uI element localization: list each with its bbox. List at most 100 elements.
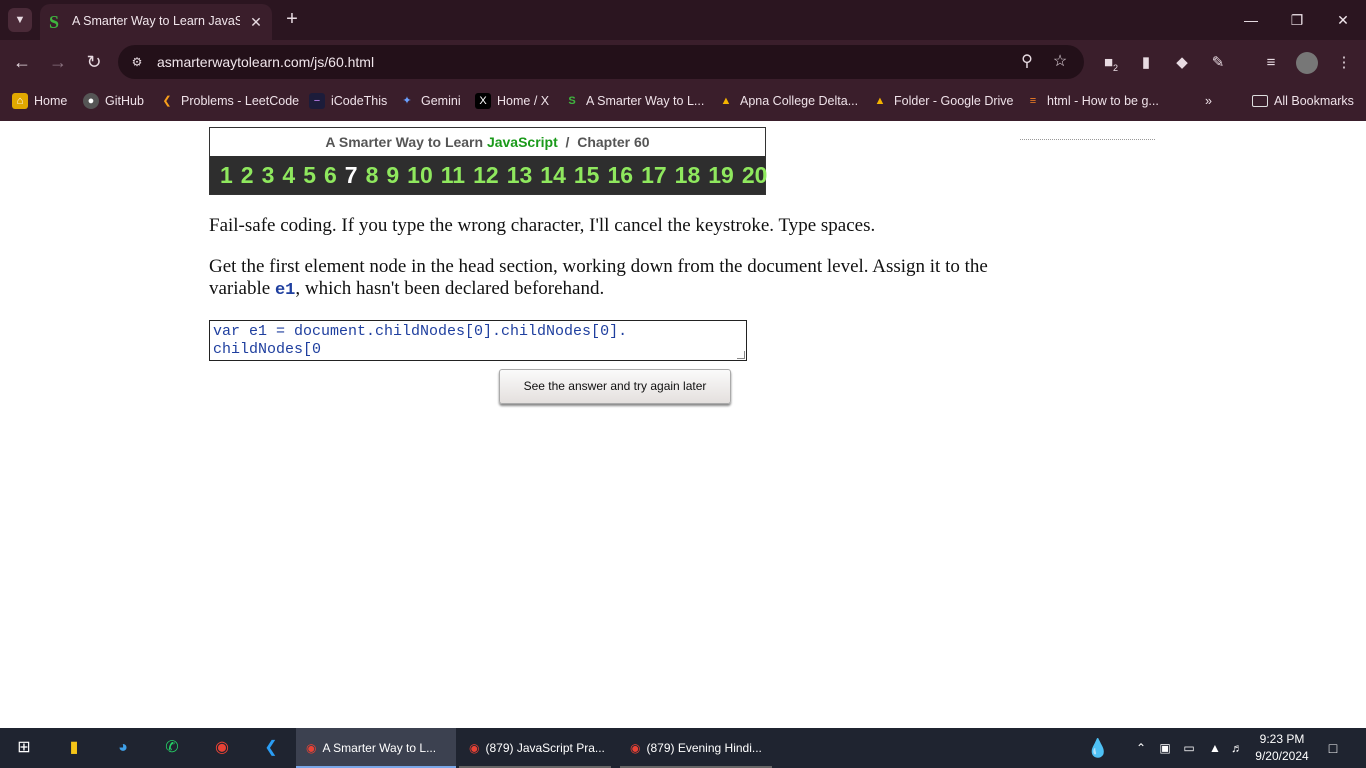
close-window-button[interactable]: ✕ bbox=[1320, 0, 1366, 40]
exercise-number-link[interactable]: 3 bbox=[262, 162, 275, 189]
task-text: Get the first element node in the head s… bbox=[209, 256, 988, 300]
see-answer-button[interactable]: See the answer and try again later bbox=[499, 369, 731, 404]
bookmark-gemini[interactable]: ✦ Gemini bbox=[399, 91, 460, 111]
new-tab-button[interactable]: + bbox=[282, 8, 302, 32]
exercise-number-bar: 1 2 3 4 5 6 7 8 9 10 11 12 13 14 15 16 17 18 19 20 bbox=[210, 156, 768, 194]
exercise-number-link[interactable]: 12 bbox=[473, 162, 499, 189]
url-text: asmarterwaytolearn.com/js/60.html bbox=[157, 54, 375, 70]
wifi-icon[interactable]: ▲ bbox=[1206, 728, 1224, 768]
chrome-icon[interactable]: ◉ bbox=[208, 734, 236, 762]
icodethis-icon: − bbox=[309, 93, 325, 109]
chapter-title: A Smarter Way to Learn JavaScript / Chap… bbox=[210, 128, 765, 156]
exercise-number-link[interactable]: 14 bbox=[540, 162, 566, 189]
bookmark-icodethis[interactable]: − iCodeThis bbox=[309, 91, 387, 111]
bookmark-apna-college[interactable]: ▲ Apna College Delta... bbox=[718, 91, 859, 111]
forward-button[interactable]: → bbox=[44, 48, 72, 76]
exercise-number-link[interactable]: 5 bbox=[303, 162, 316, 189]
docs-extension-icon[interactable]: ▮ bbox=[1135, 52, 1157, 74]
page-content: A Smarter Way to Learn JavaScript / Chap… bbox=[0, 121, 1366, 728]
taskbar: ⊞ ▮ ◕ ✆ ◉ ❮ ◉ A Smarter Way to L... ◉ (879… bbox=[0, 728, 1366, 768]
whatsapp-icon[interactable]: ✆ bbox=[158, 734, 186, 762]
exercise-number-link[interactable]: 10 bbox=[407, 162, 433, 189]
file-explorer-icon[interactable]: ▮ bbox=[60, 734, 88, 762]
tab-strip: ▼ S A Smarter Way to Learn JavaScript ✕ … bbox=[0, 0, 1366, 40]
taskbar-app-javascript-practice[interactable]: ◉ (879) JavaScript Pra... bbox=[459, 728, 611, 768]
drive-icon: ▲ bbox=[720, 95, 732, 107]
chapter-header: A Smarter Way to Learn JavaScript / Chap… bbox=[209, 127, 768, 195]
dotted-divider bbox=[1020, 139, 1155, 141]
bookmark-star-icon[interactable]: ☆ bbox=[1048, 50, 1072, 74]
restore-button[interactable]: ❐ bbox=[1274, 0, 1320, 40]
home-icon: ⌂ bbox=[12, 93, 28, 109]
exercise-number-link[interactable]: 16 bbox=[607, 162, 633, 189]
edge-icon[interactable]: ◕ bbox=[109, 734, 137, 762]
leetcode-icon: ❮ bbox=[162, 95, 172, 107]
system-clock[interactable]: 9:23 PM 9/20/2024 bbox=[1250, 731, 1314, 765]
chrome-icon: ◉ bbox=[630, 741, 641, 755]
site-info-icon[interactable]: ⚙ bbox=[126, 51, 148, 73]
resize-handle-icon[interactable] bbox=[737, 351, 745, 359]
bookmark-stackoverflow[interactable]: ≡ html - How to be g... bbox=[1025, 91, 1159, 111]
taskbar-app-smarterway[interactable]: ◉ A Smarter Way to L... bbox=[296, 728, 456, 768]
address-bar[interactable]: ⚙ asmarterwaytolearn.com/js/60.html ⚲ ☆ bbox=[118, 45, 1084, 79]
tab-search-button[interactable]: ▼ bbox=[8, 8, 32, 32]
exercise-number-link[interactable]: 2 bbox=[241, 162, 254, 189]
drive-icon: ▲ bbox=[874, 95, 886, 107]
battery-icon[interactable]: ▭ bbox=[1180, 728, 1198, 768]
exercise-number-link[interactable]: 1 bbox=[220, 162, 233, 189]
active-tab[interactable]: S A Smarter Way to Learn JavaScript ✕ bbox=[40, 4, 272, 40]
close-tab-icon[interactable]: ✕ bbox=[246, 12, 266, 32]
browser-chrome: ▼ S A Smarter Way to Learn JavaScript ✕ … bbox=[0, 0, 1366, 121]
more-bookmarks-chevron-icon[interactable]: » bbox=[1205, 91, 1212, 111]
bookmark-github[interactable]: ● GitHub bbox=[83, 91, 144, 111]
chrome-icon: ◉ bbox=[469, 741, 480, 755]
gemini-icon: ✦ bbox=[402, 95, 412, 107]
smarterway-icon: S bbox=[49, 12, 60, 32]
exercise-number-link[interactable]: 20 bbox=[742, 162, 768, 189]
profile-avatar[interactable] bbox=[1296, 52, 1318, 74]
extension-badge-icon[interactable]: ■2 bbox=[1100, 52, 1122, 74]
bookmark-smarterway[interactable]: SA Smarter Way to L... bbox=[564, 91, 704, 111]
exercise-number-link[interactable]: 4 bbox=[282, 162, 295, 189]
show-hidden-icons-chevron-icon[interactable]: ⌃ bbox=[1132, 728, 1150, 768]
windows-start-icon[interactable]: ⊞ bbox=[10, 734, 38, 762]
meet-icon[interactable]: ▣ bbox=[1156, 728, 1174, 768]
exercise-number-link[interactable]: 9 bbox=[386, 162, 399, 189]
zoom-icon[interactable]: ⚲ bbox=[1015, 50, 1039, 74]
bookmark-home[interactable]: ⌂ Home bbox=[12, 91, 67, 111]
exercise-number-link[interactable]: 18 bbox=[675, 162, 701, 189]
all-bookmarks-button[interactable]: All Bookmarks bbox=[1252, 91, 1354, 111]
exercise-number-link[interactable]: 6 bbox=[324, 162, 337, 189]
exercise-number-link[interactable]: 7 bbox=[345, 162, 358, 189]
vscode-icon[interactable]: ❮ bbox=[257, 734, 285, 762]
reload-button[interactable]: ↻ bbox=[80, 48, 108, 76]
media-control-icon[interactable]: ≡ bbox=[1260, 52, 1282, 74]
menu-dots-icon[interactable]: ⋮ bbox=[1333, 52, 1355, 74]
x-icon: X bbox=[475, 93, 491, 109]
code-input[interactable]: var e1 = document.childNodes[0].childNod… bbox=[209, 320, 747, 361]
bookmark-x[interactable]: X Home / X bbox=[475, 91, 549, 111]
exercise-number-link[interactable]: 8 bbox=[366, 162, 379, 189]
volume-icon[interactable]: ♬ bbox=[1228, 728, 1246, 768]
bookmark-leetcode[interactable]: ❮ Problems - LeetCode bbox=[159, 91, 299, 111]
notifications-icon[interactable]: □ bbox=[1322, 728, 1344, 768]
toolbar: ← → ↻ ⚙ asmarterwaytolearn.com/js/60.htm… bbox=[0, 40, 1366, 84]
exercise-number-link[interactable]: 11 bbox=[441, 162, 465, 189]
github-icon: ● bbox=[83, 93, 99, 109]
taskbar-app-evening-hindi[interactable]: ◉ (879) Evening Hindi... bbox=[620, 728, 772, 768]
exercise-number-link[interactable]: 19 bbox=[708, 162, 734, 189]
smarterway-icon: S bbox=[568, 95, 576, 107]
exercise-number-link[interactable]: 13 bbox=[507, 162, 533, 189]
extension-icon-color[interactable]: ◆ bbox=[1171, 52, 1193, 74]
extension-badge-count: 2 bbox=[1113, 63, 1119, 73]
exercise-number-link[interactable]: 15 bbox=[574, 162, 600, 189]
weather-drop-icon[interactable]: 💧 bbox=[1084, 728, 1112, 768]
extensions-puzzle-icon[interactable]: ✎ bbox=[1207, 52, 1229, 74]
folder-icon bbox=[1252, 95, 1268, 107]
exercise-number-link[interactable]: 17 bbox=[641, 162, 667, 189]
tab-title: A Smarter Way to Learn JavaScript bbox=[72, 14, 240, 28]
back-button[interactable]: ← bbox=[8, 48, 36, 76]
minimize-button[interactable]: — bbox=[1228, 0, 1274, 40]
bookmark-google-drive[interactable]: ▲ Folder - Google Drive bbox=[872, 91, 1014, 111]
stackoverflow-icon: ≡ bbox=[1029, 95, 1037, 107]
